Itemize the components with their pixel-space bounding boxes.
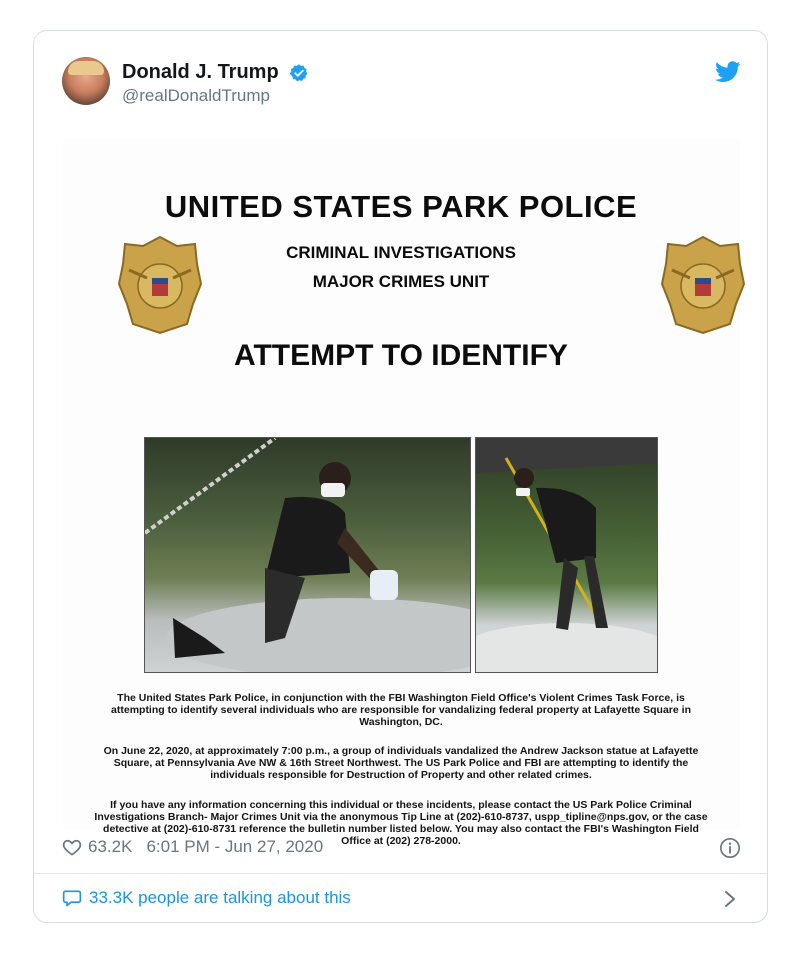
author-name[interactable]: Donald J. Trump: [122, 61, 279, 84]
verified-badge-icon: [289, 63, 308, 81]
info-icon[interactable]: [719, 837, 741, 859]
tweet-card: Donald J. Trump @realDonaldTrump UNITED …: [33, 30, 768, 923]
police-badge-right: [660, 235, 746, 335]
suspect-photo-1: [144, 437, 471, 673]
suspect-photo-2: [475, 437, 658, 673]
poster-paragraph-1: The United States Park Police, in conjun…: [111, 692, 691, 728]
heart-icon[interactable]: [62, 837, 82, 857]
tweet-media-image[interactable]: UNITED STATES PARK POLICE CRIMINAL INVES…: [62, 139, 746, 847]
police-badge-left: [117, 235, 203, 335]
like-count[interactable]: 63.2K: [88, 837, 132, 857]
poster-heading: ATTEMPT TO IDENTIFY: [234, 339, 568, 372]
tweet-timestamp[interactable]: 6:01 PM - Jun 27, 2020: [146, 837, 323, 857]
chevron-right-icon[interactable]: [723, 890, 737, 908]
avatar[interactable]: [62, 57, 110, 105]
conversation-count-text[interactable]: 33.3K people are talking about this: [89, 888, 351, 908]
author-handle[interactable]: @realDonaldTrump: [122, 86, 309, 106]
tweet-author[interactable]: Donald J. Trump @realDonaldTrump: [122, 61, 309, 106]
divider: [34, 873, 767, 874]
tweet-meta: 63.2K 6:01 PM - Jun 27, 2020: [62, 837, 323, 857]
conversation-link[interactable]: 33.3K people are talking about this: [62, 888, 351, 908]
speech-bubble-icon: [62, 890, 82, 907]
poster-title: UNITED STATES PARK POLICE: [164, 189, 638, 224]
twitter-bird-icon[interactable]: [715, 61, 741, 83]
poster-paragraph-2: On June 22, 2020, at approximately 7:00 …: [103, 745, 699, 781]
